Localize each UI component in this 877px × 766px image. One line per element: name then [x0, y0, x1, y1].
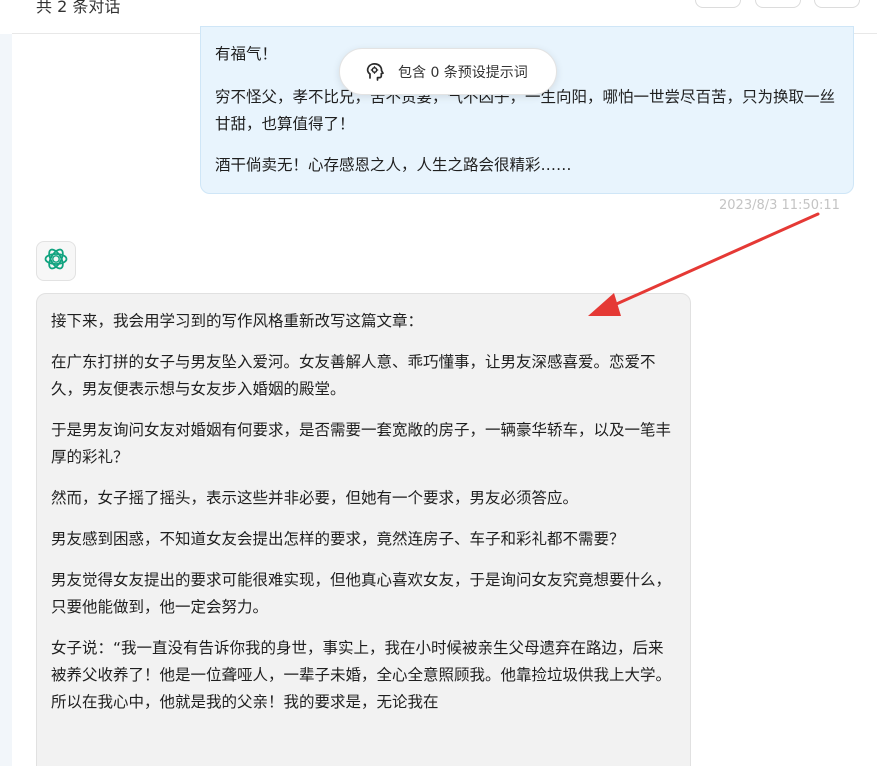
header-action-button[interactable]	[755, 0, 801, 8]
user-message-paragraph: 酒干倘卖无！心存感恩之人，人生之路会很精彩……	[215, 156, 572, 174]
assistant-message-paragraph: 女子说：“我一直没有告诉你我的身世，事实上，我在小时候被亲生父母遗弃在路边，后来…	[51, 639, 672, 711]
header-action-button[interactable]	[814, 0, 860, 8]
preset-prompts-pill[interactable]: 包含 0 条预设提示词	[339, 48, 557, 95]
assistant-message-paragraph: 男友觉得女友提出的要求可能很难实现，但他真心喜欢女友，于是询问女友究竟想要什么，…	[51, 571, 672, 616]
message-timestamp: 2023/8/3 11:50:11	[719, 198, 840, 213]
assistant-avatar	[36, 241, 76, 281]
assistant-message-paragraph: 男友感到困惑，不知道女友会提出怎样的要求，竟然连房子、车子和彩礼都不需要？	[51, 530, 625, 548]
brain-icon	[364, 61, 386, 83]
left-strip	[0, 34, 12, 766]
preset-prompts-label: 包含 0 条预设提示词	[398, 64, 528, 81]
assistant-message-paragraph: 接下来，我会用学习到的写作风格重新改写这篇文章：	[51, 312, 424, 330]
chat-window: 共 2 条对话 有福气！ 穷不怪父，孝不比兄，苦不责妻，气不凶子，一生向阳，哪怕…	[0, 0, 877, 766]
assistant-message-paragraph: 然而，女子摇了摇头，表示这些并非必要，但她有一个要求，男友必须答应。	[51, 489, 579, 507]
assistant-message-paragraph: 于是男友询问女友对婚姻有何要求，是否需要一套宽敞的房子，一辆豪华轿车，以及一笔丰…	[51, 421, 672, 466]
openai-logo-icon	[42, 245, 70, 277]
header-action-button[interactable]	[695, 0, 741, 8]
conversation-count: 共 2 条对话	[36, 0, 121, 16]
assistant-message-paragraph: 在广东打拼的女子与男友坠入爱河。女友善解人意、乖巧懂事，让男友深感喜爱。恋爱不久…	[51, 353, 656, 398]
assistant-message-bubble: 接下来，我会用学习到的写作风格重新改写这篇文章： 在广东打拼的女子与男友坠入爱河…	[36, 293, 691, 766]
